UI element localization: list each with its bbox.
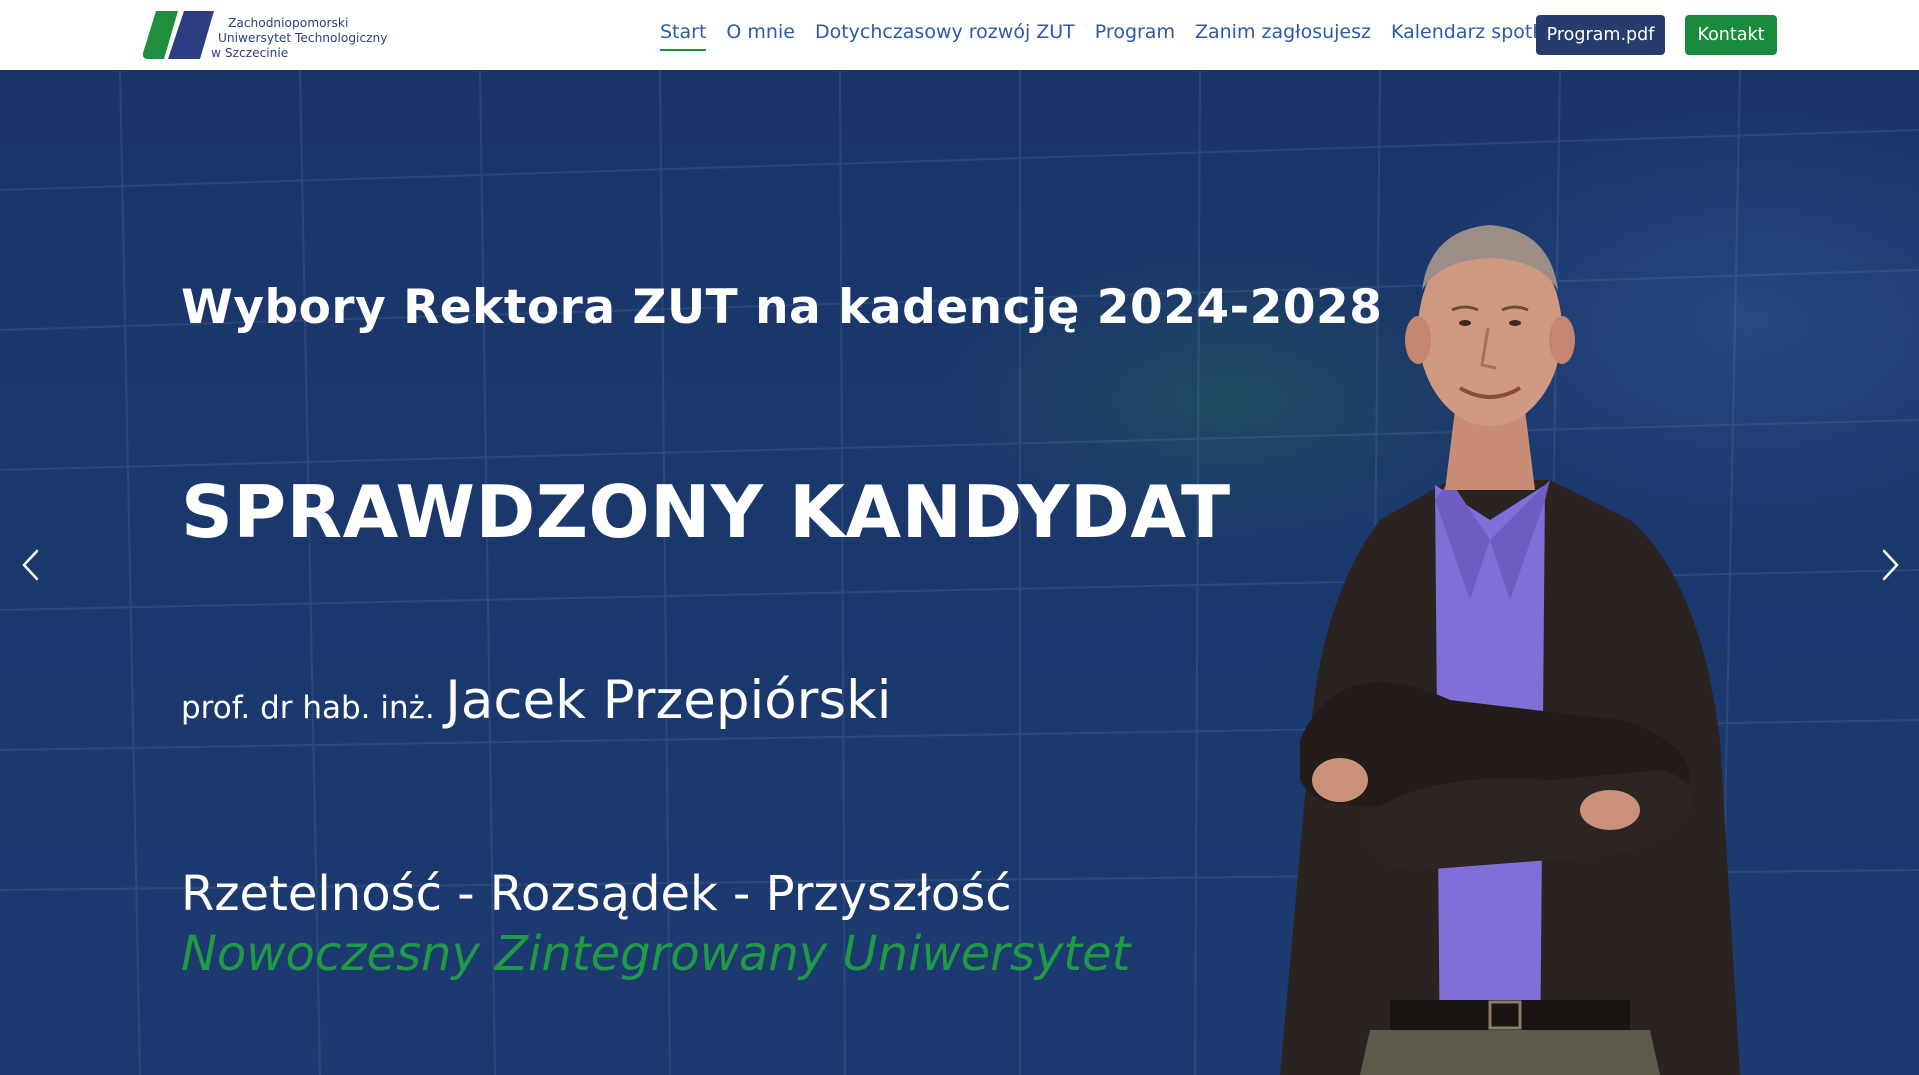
nav-rozwoj-zut[interactable]: Dotychczasowy rozwój ZUT — [815, 19, 1075, 51]
carousel-next-button[interactable] — [1871, 540, 1911, 590]
chevron-left-icon — [22, 549, 39, 581]
brand-line-1: Zachodniopomorski — [228, 16, 349, 30]
brand-line-2: Uniwersytet Technologiczny — [218, 31, 388, 45]
main-nav: Start O mnie Dotychczasowy rozwój ZUT Pr… — [660, 17, 1567, 53]
contact-button[interactable]: Kontakt — [1685, 15, 1777, 55]
election-subtitle: Wybory Rektora ZUT na kadencję 2024-2028 — [181, 280, 1383, 335]
program-pdf-button[interactable]: Program.pdf — [1536, 15, 1665, 55]
brand-logo-link[interactable]: Zachodniopomorski Uniwersytet Technologi… — [142, 9, 402, 61]
nav-start[interactable]: Start — [660, 19, 707, 51]
candidate-full-name: Jacek Przepiórski — [445, 670, 892, 731]
brand-name: Zachodniopomorski Uniwersytet Technologi… — [211, 16, 387, 61]
candidate-portrait — [1280, 225, 1740, 1075]
campaign-tagline: Nowoczesny Zintegrowany Uniwersytet — [181, 926, 1131, 982]
navbar: Zachodniopomorski Uniwersytet Technologi… — [0, 0, 1919, 70]
carousel-prev-button[interactable] — [10, 540, 50, 590]
hero-carousel: Wybory Rektora ZUT na kadencję 2024-2028… — [0, 70, 1919, 1075]
candidate-degree: prof. dr hab. inż. — [181, 690, 435, 726]
nav-o-mnie[interactable]: O mnie — [726, 19, 795, 51]
candidate-name: prof. dr hab. inż. Jacek Przepiórski — [181, 670, 892, 731]
campaign-motto: Rzetelność - Rozsądek - Przyszłość — [181, 866, 1012, 922]
chevron-right-icon — [1882, 549, 1899, 581]
hero-title: SPRAWDZONY KANDYDAT — [181, 470, 1231, 554]
nav-program[interactable]: Program — [1095, 19, 1175, 51]
nav-zanim-zaglosujesz[interactable]: Zanim zagłosujesz — [1195, 19, 1371, 51]
zut-logo-icon — [142, 11, 214, 59]
brand-line-3: w Szczecinie — [211, 46, 289, 60]
